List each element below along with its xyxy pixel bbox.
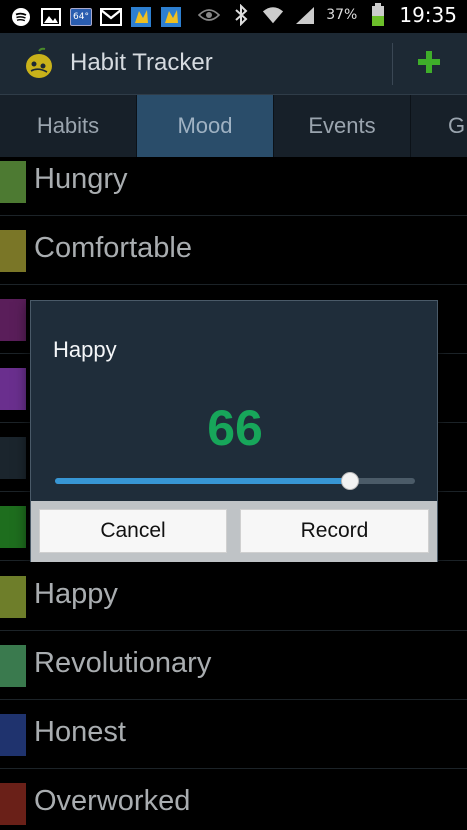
color-swatch	[0, 576, 26, 618]
wifi-icon	[262, 4, 284, 26]
list-item-label: Revolutionary	[34, 647, 212, 679]
slider-fill	[55, 478, 350, 484]
gmail-icon	[99, 6, 122, 28]
spotify-icon	[10, 6, 32, 28]
dialog-title: Happy	[53, 337, 117, 362]
record-button[interactable]: Record	[240, 509, 429, 553]
app-logo-icon[interactable]	[22, 47, 56, 81]
status-bar: 64° 37% 19:35	[0, 0, 467, 33]
list-item[interactable]: Hungry	[0, 147, 467, 216]
mood-value: 66	[207, 400, 263, 456]
plus-icon	[417, 50, 441, 78]
eye-icon	[198, 4, 221, 26]
color-swatch	[0, 299, 26, 341]
battery-percent: 37%	[326, 7, 358, 23]
slider-thumb[interactable]	[341, 472, 359, 490]
signal-icon	[294, 4, 316, 26]
color-swatch	[0, 645, 26, 687]
game-icon	[130, 6, 152, 28]
add-button[interactable]	[400, 41, 458, 87]
list-item[interactable]: Overworked	[0, 769, 467, 830]
list-item-label: Hungry	[34, 163, 128, 195]
record-mood-dialog: Happy 66 Cancel Record	[30, 300, 438, 562]
color-swatch	[0, 161, 26, 203]
game-icon	[160, 6, 182, 28]
list-item-label: Comfortable	[34, 232, 192, 264]
dialog-button-bar: Cancel Record	[31, 501, 437, 562]
color-swatch	[0, 437, 26, 479]
cancel-button[interactable]: Cancel	[39, 509, 227, 553]
color-swatch	[0, 506, 26, 548]
list-item[interactable]: Happy	[0, 562, 467, 631]
mood-slider[interactable]	[55, 471, 415, 491]
battery-icon	[367, 3, 389, 26]
app-title: Habit Tracker	[70, 49, 213, 76]
list-item-label: Overworked	[34, 785, 191, 817]
image-icon	[40, 6, 62, 28]
action-bar-divider	[392, 43, 393, 85]
list-item-label: Honest	[34, 716, 126, 748]
clock: 19:35	[399, 3, 457, 27]
color-swatch	[0, 714, 26, 756]
color-swatch	[0, 230, 26, 272]
list-item[interactable]: Comfortable	[0, 216, 467, 285]
list-item[interactable]: Revolutionary	[0, 631, 467, 700]
color-swatch	[0, 783, 26, 825]
color-swatch	[0, 368, 26, 410]
list-item[interactable]: Honest	[0, 700, 467, 769]
bluetooth-icon	[230, 4, 252, 26]
weather-icon: 64°	[70, 8, 92, 26]
list-item-label: Happy	[34, 578, 118, 610]
action-bar: Habit Tracker	[0, 33, 467, 95]
